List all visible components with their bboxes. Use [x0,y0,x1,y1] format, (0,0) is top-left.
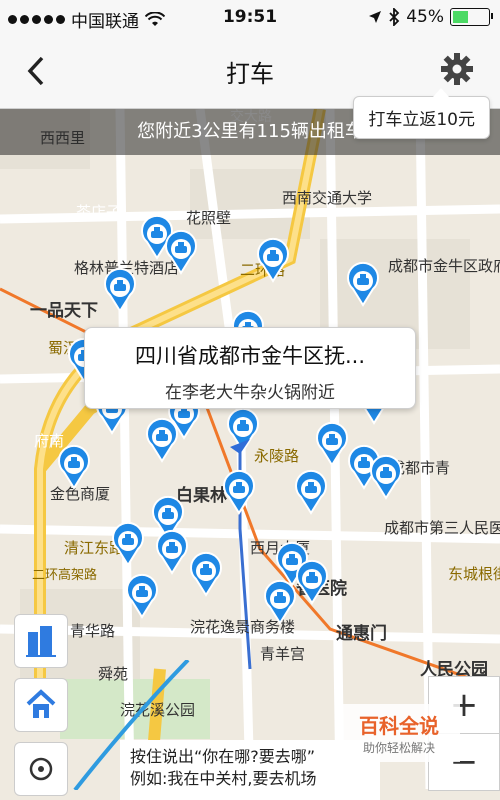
map-label: 成都市第三人民医院 [384,519,500,537]
watermark: 百科全说 助你轻松解决 [338,704,460,762]
map-label: 府南 [34,432,64,450]
layers-button[interactable] [14,614,68,668]
buildings-icon [26,626,56,657]
map-label: 二环高架路 [32,567,97,583]
map-label: 金色商厦 [50,485,110,503]
map-label: 青羊宫 [260,645,305,663]
bluetooth-icon [389,8,400,26]
location-arrow-icon [369,11,382,23]
map-label: 成都市金牛区政府 [388,257,500,275]
watermark-brand: 百科全说 [359,714,439,738]
map-label: 东城根街 [448,565,500,583]
battery-percent: 45% [406,7,444,27]
callout-address: 四川省成都市金牛区抚... [134,344,366,368]
home-icon [26,689,56,718]
map-label: 花照壁 [186,209,231,227]
battery-icon [450,8,493,26]
locate-button[interactable] [14,742,68,796]
map-label: 永陵路 [254,447,299,465]
map-label: 通惠门 [336,623,387,644]
map-label: 白果林 [176,485,227,506]
map-label: 一品天下 [30,301,98,321]
promo-tooltip[interactable]: 打车立返10元 [353,88,490,139]
location-callout[interactable]: 四川省成都市金牛区抚... 在李老大牛杂火锅附近 [84,327,416,409]
swoosh-graphic [73,660,190,790]
map-label: 西南交通大学 [282,189,372,207]
page-title: 打车 [226,60,274,88]
status-bar: 中国联通 19:51 45% [0,0,500,34]
watermark-slogan: 助你轻松解决 [362,741,435,755]
map-label: 青华路 [70,622,115,640]
map-label: 茶店子 [76,203,121,221]
gear-icon[interactable] [440,52,474,86]
locate-icon [29,757,53,781]
callout-nearby: 在李老大牛杂火锅附近 [165,383,335,403]
home-button[interactable] [14,678,68,732]
